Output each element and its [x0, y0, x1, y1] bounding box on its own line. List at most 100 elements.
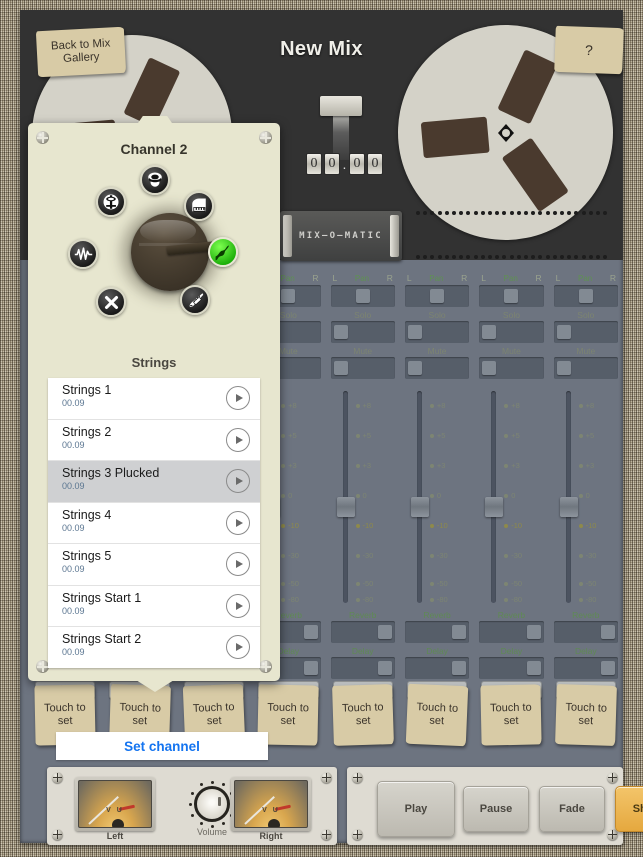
reverb-thumb[interactable]	[377, 625, 392, 639]
reverb-slider[interactable]	[553, 621, 618, 643]
volume-knob[interactable]	[188, 780, 236, 828]
pan-thumb[interactable]	[504, 289, 519, 303]
perforation-dot	[603, 255, 608, 259]
reverb-thumb[interactable]	[526, 625, 541, 639]
sample-list-item[interactable]: Strings 4 00.09	[48, 503, 260, 544]
reverb-thumb[interactable]	[452, 625, 467, 639]
fader-tick: +3	[355, 461, 371, 470]
sample-play-button[interactable]	[226, 427, 250, 452]
perforation-dot	[560, 211, 564, 215]
touch-to-set-label: Touch to set	[565, 701, 608, 728]
touch-to-set-button-8[interactable]: Touch to set	[554, 684, 617, 746]
volume-fader[interactable]: +8 +5 +3 0 -10 -30 -50 -80	[474, 387, 548, 607]
pan-thumb[interactable]	[578, 289, 593, 303]
sample-list-item[interactable]: Strings 5 00.09	[48, 544, 260, 586]
strings-icon[interactable]	[208, 237, 238, 267]
delay-slider[interactable]	[330, 657, 395, 679]
solo-toggle[interactable]	[404, 321, 470, 343]
pan-thumb[interactable]	[430, 289, 445, 303]
touch-to-set-cell: Touch to set	[549, 684, 623, 755]
mute-thumb[interactable]	[407, 361, 422, 375]
pan-thumb[interactable]	[355, 289, 370, 303]
mute-toggle[interactable]	[404, 357, 470, 379]
sample-list-item[interactable]: Strings Start 2 00.09	[48, 627, 260, 668]
mute-thumb[interactable]	[333, 361, 348, 375]
touch-to-set-label: Touch to set	[44, 701, 86, 728]
reverb-thumb[interactable]	[601, 625, 615, 639]
solo-thumb[interactable]	[407, 325, 422, 339]
touch-to-set-button-7[interactable]: Touch to set	[480, 684, 543, 746]
tape-transport-slider[interactable]	[320, 96, 362, 160]
sample-list-item[interactable]: Strings 3 Plucked 00.09	[48, 461, 260, 503]
solo-thumb[interactable]	[556, 325, 571, 339]
solo-thumb[interactable]	[482, 325, 497, 339]
mute-toggle[interactable]	[479, 357, 544, 379]
delay-thumb[interactable]	[452, 661, 467, 675]
waveform-icon[interactable]	[68, 239, 98, 269]
fader-tick: 0	[429, 491, 441, 500]
sample-list-item[interactable]: Strings 2 00.09	[48, 420, 260, 461]
touch-to-set-button-5[interactable]: Touch to set	[331, 684, 394, 746]
sample-play-button[interactable]	[226, 469, 250, 493]
delay-thumb[interactable]	[601, 661, 615, 675]
delay-slider[interactable]	[553, 657, 618, 679]
play-button[interactable]: Play	[377, 781, 455, 837]
sample-list-item[interactable]: Strings 1 00.09	[48, 378, 260, 420]
delay-slider[interactable]	[479, 657, 544, 679]
mute-thumb[interactable]	[556, 361, 571, 375]
mute-thumb[interactable]	[482, 361, 497, 375]
solo-thumb[interactable]	[333, 325, 348, 339]
pan-slider[interactable]	[330, 285, 395, 307]
sample-play-button[interactable]	[226, 635, 250, 659]
screw-icon	[321, 829, 332, 840]
pan-slider[interactable]	[553, 285, 618, 307]
fader-tick: +3	[429, 461, 445, 470]
close-icon[interactable]	[96, 287, 126, 317]
reverb-slider[interactable]	[404, 621, 470, 643]
fade-button[interactable]: Fade	[539, 786, 605, 832]
set-channel-button[interactable]: Set channel	[56, 732, 268, 760]
sample-play-button[interactable]	[226, 552, 250, 576]
solo-toggle[interactable]	[553, 321, 618, 343]
sample-list[interactable]: Strings 1 00.09 Strings 2 00.09 Strings 3 Pl…	[48, 378, 260, 668]
delay-slider[interactable]	[404, 657, 470, 679]
volume-fader[interactable]: +8 +5 +3 0 -10 -30 -50 -80	[400, 387, 474, 607]
mute-toggle[interactable]	[330, 357, 395, 379]
reverb-slider[interactable]	[479, 621, 544, 643]
reverb-thumb[interactable]	[303, 625, 318, 639]
pan-thumb[interactable]	[281, 289, 296, 303]
mute-toggle[interactable]	[553, 357, 618, 379]
fader-thumb[interactable]	[336, 497, 355, 517]
delay-thumb[interactable]	[377, 661, 392, 675]
instrument-selector	[48, 165, 260, 345]
share-button[interactable]: Share	[615, 786, 643, 832]
pan-slider[interactable]	[404, 285, 470, 307]
fader-thumb[interactable]	[485, 497, 504, 517]
sample-play-button[interactable]	[226, 386, 250, 410]
sample-list-item[interactable]: Strings Start 1 00.09	[48, 586, 260, 627]
pan-row: L Pan R	[400, 272, 474, 284]
solo-toggle[interactable]	[479, 321, 544, 343]
fader-tick: +5	[281, 431, 297, 440]
pause-button[interactable]: Pause	[463, 786, 529, 832]
volume-fader[interactable]: +8 +5 +3 0 -10 -30 -50 -80	[326, 387, 400, 607]
delay-thumb[interactable]	[526, 661, 541, 675]
microphone-icon[interactable]	[96, 187, 126, 217]
fader-thumb[interactable]	[410, 497, 429, 517]
perforation-dot	[466, 255, 471, 259]
sample-play-button[interactable]	[226, 510, 250, 535]
fader-thumb[interactable]	[559, 497, 578, 517]
back-to-mix-gallery-button[interactable]: Back to Mix Gallery	[35, 26, 127, 78]
instrument-knob[interactable]	[122, 207, 220, 299]
delay-thumb[interactable]	[303, 661, 318, 675]
solo-toggle[interactable]	[330, 321, 395, 343]
volume-fader[interactable]: +8 +5 +3 0 -10 -30 -50 -80	[549, 387, 623, 607]
touch-to-set-button-6[interactable]: Touch to set	[405, 683, 469, 747]
reverb-slider[interactable]	[330, 621, 395, 643]
help-button[interactable]: ?	[554, 25, 624, 75]
drums-icon[interactable]	[140, 165, 170, 195]
pan-slider[interactable]	[479, 285, 544, 307]
guitar-icon[interactable]	[180, 285, 210, 315]
sample-play-button[interactable]	[226, 593, 250, 618]
piano-icon[interactable]	[184, 191, 214, 221]
